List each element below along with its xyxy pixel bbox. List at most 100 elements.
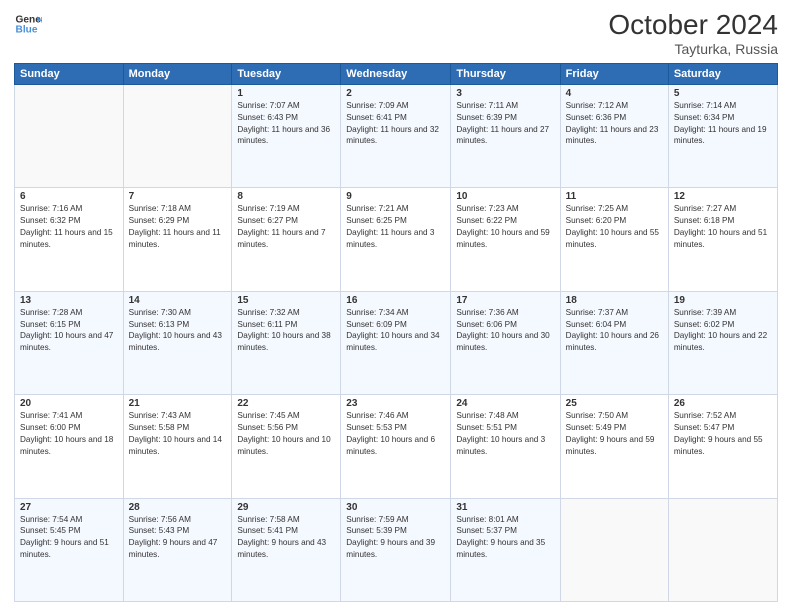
page: General Blue October 2024 Tayturka, Russ… [0,0,792,612]
logo: General Blue [14,10,42,38]
calendar-cell: 26Sunrise: 7:52 AM Sunset: 5:47 PM Dayli… [668,395,777,498]
day-number: 26 [674,398,772,409]
day-info: Sunrise: 7:54 AM Sunset: 5:45 PM Dayligh… [20,514,118,562]
day-info: Sunrise: 7:59 AM Sunset: 5:39 PM Dayligh… [346,514,445,562]
day-number: 16 [346,295,445,306]
day-info: Sunrise: 7:48 AM Sunset: 5:51 PM Dayligh… [456,410,554,458]
day-info: Sunrise: 7:45 AM Sunset: 5:56 PM Dayligh… [237,410,335,458]
calendar-cell: 5Sunrise: 7:14 AM Sunset: 6:34 PM Daylig… [668,84,777,187]
day-info: Sunrise: 8:01 AM Sunset: 5:37 PM Dayligh… [456,514,554,562]
day-number: 22 [237,398,335,409]
calendar-cell: 13Sunrise: 7:28 AM Sunset: 6:15 PM Dayli… [15,291,124,394]
calendar-cell: 1Sunrise: 7:07 AM Sunset: 6:43 PM Daylig… [232,84,341,187]
col-header-thursday: Thursday [451,63,560,84]
calendar-cell: 19Sunrise: 7:39 AM Sunset: 6:02 PM Dayli… [668,291,777,394]
calendar-cell: 11Sunrise: 7:25 AM Sunset: 6:20 PM Dayli… [560,188,668,291]
calendar-cell [560,498,668,601]
calendar-cell: 25Sunrise: 7:50 AM Sunset: 5:49 PM Dayli… [560,395,668,498]
calendar-cell: 15Sunrise: 7:32 AM Sunset: 6:11 PM Dayli… [232,291,341,394]
day-number: 13 [20,295,118,306]
day-info: Sunrise: 7:11 AM Sunset: 6:39 PM Dayligh… [456,100,554,148]
col-header-tuesday: Tuesday [232,63,341,84]
week-row-1: 1Sunrise: 7:07 AM Sunset: 6:43 PM Daylig… [15,84,778,187]
week-row-5: 27Sunrise: 7:54 AM Sunset: 5:45 PM Dayli… [15,498,778,601]
calendar-cell: 21Sunrise: 7:43 AM Sunset: 5:58 PM Dayli… [123,395,232,498]
col-header-saturday: Saturday [668,63,777,84]
header: General Blue October 2024 Tayturka, Russ… [14,10,778,57]
calendar-cell [15,84,124,187]
calendar-cell: 2Sunrise: 7:09 AM Sunset: 6:41 PM Daylig… [341,84,451,187]
day-info: Sunrise: 7:18 AM Sunset: 6:29 PM Dayligh… [129,203,227,251]
day-number: 23 [346,398,445,409]
day-number: 3 [456,88,554,99]
day-number: 18 [566,295,663,306]
calendar-cell: 6Sunrise: 7:16 AM Sunset: 6:32 PM Daylig… [15,188,124,291]
day-info: Sunrise: 7:23 AM Sunset: 6:22 PM Dayligh… [456,203,554,251]
calendar-cell: 20Sunrise: 7:41 AM Sunset: 6:00 PM Dayli… [15,395,124,498]
calendar-cell: 24Sunrise: 7:48 AM Sunset: 5:51 PM Dayli… [451,395,560,498]
day-number: 28 [129,502,227,513]
day-info: Sunrise: 7:14 AM Sunset: 6:34 PM Dayligh… [674,100,772,148]
calendar-cell: 31Sunrise: 8:01 AM Sunset: 5:37 PM Dayli… [451,498,560,601]
location: Tayturka, Russia [608,41,778,57]
svg-text:Blue: Blue [16,25,38,36]
col-header-friday: Friday [560,63,668,84]
day-info: Sunrise: 7:30 AM Sunset: 6:13 PM Dayligh… [129,307,227,355]
day-number: 14 [129,295,227,306]
calendar-cell: 3Sunrise: 7:11 AM Sunset: 6:39 PM Daylig… [451,84,560,187]
calendar-cell: 22Sunrise: 7:45 AM Sunset: 5:56 PM Dayli… [232,395,341,498]
day-info: Sunrise: 7:36 AM Sunset: 6:06 PM Dayligh… [456,307,554,355]
calendar-table: SundayMondayTuesdayWednesdayThursdayFrid… [14,63,778,602]
day-number: 2 [346,88,445,99]
day-number: 1 [237,88,335,99]
day-number: 6 [20,191,118,202]
calendar-cell: 29Sunrise: 7:58 AM Sunset: 5:41 PM Dayli… [232,498,341,601]
day-number: 10 [456,191,554,202]
calendar-cell: 14Sunrise: 7:30 AM Sunset: 6:13 PM Dayli… [123,291,232,394]
day-number: 25 [566,398,663,409]
day-info: Sunrise: 7:16 AM Sunset: 6:32 PM Dayligh… [20,203,118,251]
day-info: Sunrise: 7:32 AM Sunset: 6:11 PM Dayligh… [237,307,335,355]
logo-icon: General Blue [14,10,42,38]
day-number: 24 [456,398,554,409]
calendar-cell: 9Sunrise: 7:21 AM Sunset: 6:25 PM Daylig… [341,188,451,291]
col-header-wednesday: Wednesday [341,63,451,84]
day-number: 7 [129,191,227,202]
day-info: Sunrise: 7:37 AM Sunset: 6:04 PM Dayligh… [566,307,663,355]
month-title: October 2024 [608,10,778,41]
day-info: Sunrise: 7:41 AM Sunset: 6:00 PM Dayligh… [20,410,118,458]
calendar-cell: 18Sunrise: 7:37 AM Sunset: 6:04 PM Dayli… [560,291,668,394]
day-info: Sunrise: 7:27 AM Sunset: 6:18 PM Dayligh… [674,203,772,251]
calendar-cell: 12Sunrise: 7:27 AM Sunset: 6:18 PM Dayli… [668,188,777,291]
day-info: Sunrise: 7:46 AM Sunset: 5:53 PM Dayligh… [346,410,445,458]
col-header-sunday: Sunday [15,63,124,84]
day-info: Sunrise: 7:50 AM Sunset: 5:49 PM Dayligh… [566,410,663,458]
day-info: Sunrise: 7:43 AM Sunset: 5:58 PM Dayligh… [129,410,227,458]
calendar-cell: 28Sunrise: 7:56 AM Sunset: 5:43 PM Dayli… [123,498,232,601]
day-number: 29 [237,502,335,513]
calendar-cell: 30Sunrise: 7:59 AM Sunset: 5:39 PM Dayli… [341,498,451,601]
day-number: 19 [674,295,772,306]
week-row-3: 13Sunrise: 7:28 AM Sunset: 6:15 PM Dayli… [15,291,778,394]
calendar-cell [123,84,232,187]
calendar-cell: 8Sunrise: 7:19 AM Sunset: 6:27 PM Daylig… [232,188,341,291]
day-info: Sunrise: 7:34 AM Sunset: 6:09 PM Dayligh… [346,307,445,355]
title-area: October 2024 Tayturka, Russia [608,10,778,57]
day-info: Sunrise: 7:12 AM Sunset: 6:36 PM Dayligh… [566,100,663,148]
day-info: Sunrise: 7:19 AM Sunset: 6:27 PM Dayligh… [237,203,335,251]
day-number: 31 [456,502,554,513]
day-number: 11 [566,191,663,202]
calendar-cell: 16Sunrise: 7:34 AM Sunset: 6:09 PM Dayli… [341,291,451,394]
day-number: 30 [346,502,445,513]
calendar-cell: 7Sunrise: 7:18 AM Sunset: 6:29 PM Daylig… [123,188,232,291]
day-info: Sunrise: 7:58 AM Sunset: 5:41 PM Dayligh… [237,514,335,562]
calendar-cell: 23Sunrise: 7:46 AM Sunset: 5:53 PM Dayli… [341,395,451,498]
calendar-cell: 17Sunrise: 7:36 AM Sunset: 6:06 PM Dayli… [451,291,560,394]
day-number: 5 [674,88,772,99]
day-number: 8 [237,191,335,202]
day-info: Sunrise: 7:07 AM Sunset: 6:43 PM Dayligh… [237,100,335,148]
calendar-cell: 27Sunrise: 7:54 AM Sunset: 5:45 PM Dayli… [15,498,124,601]
header-row: SundayMondayTuesdayWednesdayThursdayFrid… [15,63,778,84]
day-number: 21 [129,398,227,409]
day-info: Sunrise: 7:09 AM Sunset: 6:41 PM Dayligh… [346,100,445,148]
